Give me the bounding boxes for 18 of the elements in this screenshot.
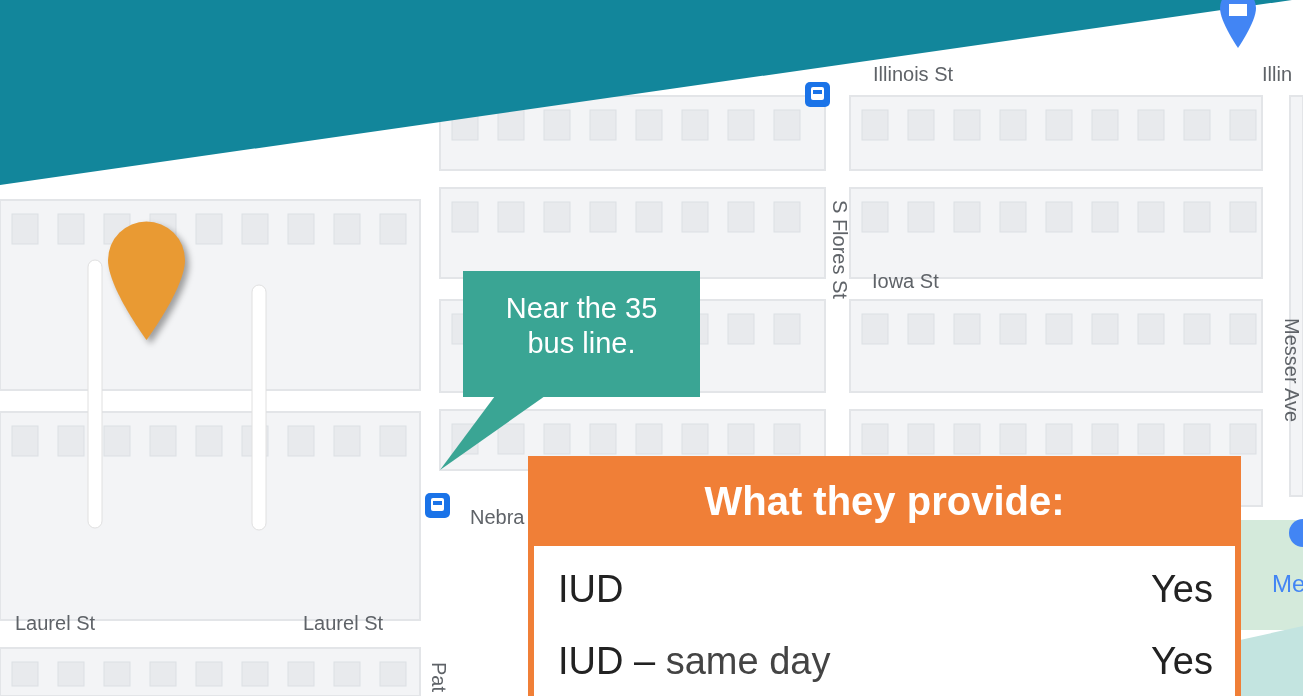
street-label: Illin <box>1262 64 1292 84</box>
street-label: Laurel St <box>15 613 96 633</box>
bus-stop-icon[interactable] <box>805 82 830 107</box>
map-pin-icon[interactable] <box>108 222 185 340</box>
service-label: IUD – same day <box>558 642 831 680</box>
place-pin-icon[interactable] <box>1220 0 1256 48</box>
street-label: Pat <box>429 662 449 693</box>
service-value: Yes <box>1151 642 1213 680</box>
service-label: IUD <box>558 570 624 608</box>
street-label: S Flores St <box>830 200 850 299</box>
street-label: Messer Ave <box>1282 318 1302 423</box>
street-label: Nebra <box>470 507 525 527</box>
service-value: Yes <box>1151 570 1213 608</box>
bus-stop-icon[interactable] <box>425 493 450 518</box>
street-label: Illinois St <box>873 64 954 84</box>
street-label: Laurel St <box>303 613 384 633</box>
street-label: Iowa St <box>872 271 939 291</box>
place-marker-icon[interactable] <box>1289 519 1303 547</box>
